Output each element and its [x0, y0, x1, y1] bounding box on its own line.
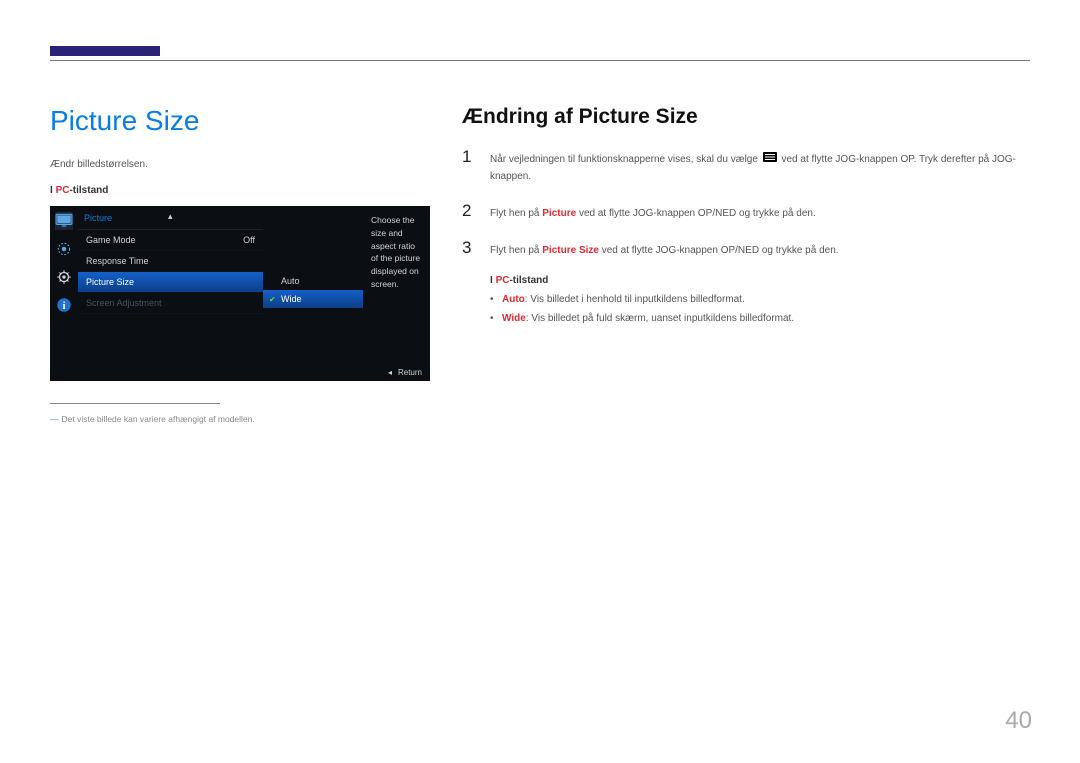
- top-tab-marker: [50, 46, 160, 56]
- osd-description: Choose the size and aspect ratio of the …: [363, 206, 430, 381]
- step-number: 3: [462, 238, 474, 259]
- footnote: ―Det viste billede kan variere afhængigt…: [50, 414, 430, 424]
- osd-screenshot: i Picture Game ModeOffResponse TimePictu…: [50, 206, 430, 381]
- color-icon: [55, 240, 73, 258]
- osd-row: Game ModeOff: [78, 230, 263, 251]
- footnote-rule: [50, 403, 220, 404]
- page-number: 40: [1005, 707, 1032, 735]
- section-heading: Ændring af Picture Size: [462, 105, 1030, 129]
- osd-return-hint: ◂ Return: [388, 368, 422, 377]
- chevron-left-icon: ◂: [388, 368, 392, 377]
- step-text: Flyt hen på Picture Size ved at flytte J…: [490, 238, 839, 259]
- top-horizontal-rule: [50, 60, 1030, 61]
- chevron-up-icon: ▴: [168, 211, 173, 222]
- osd-row: Picture Size: [78, 272, 263, 293]
- pc-mode-label: I PC-tilstand: [50, 185, 430, 196]
- gear-icon: [55, 268, 73, 286]
- step-item: 2 Flyt hen på Picture ved at flytte JOG-k…: [462, 201, 1030, 222]
- step-number: 1: [462, 147, 474, 185]
- svg-text:i: i: [63, 301, 66, 312]
- menu-icon: [763, 151, 777, 168]
- info-icon: i: [55, 296, 73, 314]
- osd-row: Response Time: [78, 251, 263, 272]
- osd-option: Auto: [263, 272, 363, 290]
- bullet-item: Wide: Vis billedet på fuld skærm, uanset…: [490, 309, 1030, 328]
- step-item: 3 Flyt hen på Picture Size ved at flytte …: [462, 238, 1030, 259]
- osd-row: Screen Adjustment: [78, 293, 263, 314]
- step-number: 2: [462, 201, 474, 222]
- bullet-item: Auto: Vis billedet i henhold til inputki…: [490, 290, 1030, 309]
- page-title: Picture Size: [50, 105, 430, 137]
- intro-text: Ændr billedstørrelsen.: [50, 157, 430, 173]
- monitor-icon: [55, 212, 73, 230]
- pc-mode-label-2: I PC-tilstand: [490, 275, 1030, 286]
- osd-option: ✔Wide: [263, 290, 363, 308]
- step-item: 1 Når vejledningen til funktionsknapperne…: [462, 147, 1030, 185]
- step-text: Når vejledningen til funktionsknapperne …: [490, 147, 1030, 185]
- step-text: Flyt hen på Picture ved at flytte JOG-kn…: [490, 201, 816, 222]
